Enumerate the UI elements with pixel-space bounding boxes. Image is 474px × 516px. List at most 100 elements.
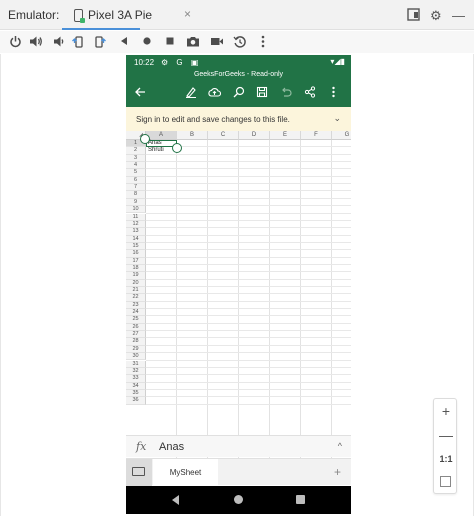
grid-row-line (146, 249, 351, 251)
row-header-12[interactable]: 12 (126, 220, 146, 229)
row-header-32[interactable]: 32 (126, 367, 146, 376)
column-header-f[interactable]: F (301, 131, 332, 140)
selection-handle-start[interactable] (140, 134, 150, 144)
grid-row-line (146, 153, 351, 155)
row-header-28[interactable]: 28 (126, 338, 146, 346)
chevron-down-icon[interactable]: ⌄ (333, 113, 341, 124)
cell-a2[interactable]: Shruti (148, 147, 164, 154)
window-mode-icon[interactable] (407, 8, 420, 24)
function-icon[interactable]: fx (136, 440, 146, 453)
row-header-24[interactable]: 24 (126, 309, 146, 317)
row-header-27[interactable]: 27 (126, 331, 146, 339)
row-header-14[interactable]: 14 (126, 235, 146, 243)
overview-icon[interactable] (163, 35, 177, 49)
sign-in-banner-text: Sign in to edit and save changes to this… (136, 115, 290, 124)
more-vert-icon[interactable] (331, 86, 336, 101)
row-header-20[interactable]: 20 (126, 279, 146, 287)
sheet-tab-mysheet[interactable]: MySheet (153, 459, 218, 486)
sheet-view-toggle[interactable] (126, 459, 152, 486)
emulator-toolbar (0, 31, 474, 53)
row-header-19[interactable]: 19 (126, 272, 146, 280)
more-icon[interactable] (256, 35, 270, 49)
row-header-35[interactable]: 35 (126, 389, 146, 398)
row-header-10[interactable]: 10 (126, 206, 146, 214)
row-header-23[interactable]: 23 (126, 301, 146, 310)
selection-handle-end[interactable] (172, 143, 182, 154)
snapshot-icon[interactable] (233, 35, 247, 49)
row-header-33[interactable]: 33 (126, 375, 146, 383)
row-header-25[interactable]: 25 (126, 316, 146, 324)
android-status-bar: 10:22 ⚙ G ▣ ▾◢▮ (126, 55, 351, 69)
row-header-15[interactable]: 15 (126, 242, 146, 251)
grid-row-line (146, 205, 351, 207)
row-header-17[interactable]: 17 (126, 257, 146, 265)
minimize-icon[interactable]: — (452, 8, 465, 23)
row-header-34[interactable]: 34 (126, 382, 146, 390)
close-tab-icon[interactable]: × (184, 7, 191, 21)
volume-up-icon[interactable] (29, 35, 43, 49)
formula-bar-value[interactable]: Anas (159, 441, 184, 453)
row-header-26[interactable]: 26 (126, 323, 146, 332)
row-header-31[interactable]: 31 (126, 360, 146, 368)
back-icon[interactable] (117, 35, 131, 49)
power-icon[interactable] (8, 35, 22, 49)
row-header-18[interactable]: 18 (126, 264, 146, 273)
row-header-5[interactable]: 5 (126, 169, 146, 177)
column-header-b[interactable]: B (177, 131, 208, 140)
screen-record-icon[interactable] (210, 35, 224, 49)
volume-down-icon[interactable] (51, 35, 65, 49)
row-header-22[interactable]: 22 (126, 294, 146, 302)
draw-icon[interactable] (185, 86, 197, 101)
column-header-c[interactable]: C (208, 131, 239, 140)
row-header-8[interactable]: 8 (126, 191, 146, 199)
zoom-out-button[interactable]: — (434, 423, 458, 447)
row-header-13[interactable]: 13 (126, 228, 146, 236)
row-header-21[interactable]: 21 (126, 287, 146, 295)
cloud-upload-icon[interactable] (208, 86, 222, 101)
row-header-30[interactable]: 30 (126, 353, 146, 361)
chevron-up-icon[interactable]: ^ (338, 441, 342, 451)
column-header-g[interactable]: G (332, 131, 351, 140)
android-nav-bar (126, 486, 351, 514)
row-header-2[interactable]: 2 (126, 147, 146, 155)
row-header-6[interactable]: 6 (126, 176, 146, 185)
grid-row-line (146, 374, 351, 376)
row-header-9[interactable]: 9 (126, 198, 146, 207)
undo-icon[interactable] (280, 86, 292, 101)
row-header-29[interactable]: 29 (126, 345, 146, 354)
add-sheet-icon[interactable]: + (334, 465, 341, 479)
row-header-4[interactable]: 4 (126, 162, 146, 170)
column-header-e[interactable]: E (270, 131, 301, 140)
spreadsheet-grid[interactable]: ◢ ABCDEFG1234567891011121314151617181920… (126, 131, 351, 483)
sign-in-banner[interactable]: Sign in to edit and save changes to this… (126, 107, 351, 131)
grid-row-line (146, 183, 351, 185)
device-tab[interactable]: Pixel 3A Pie × (62, 0, 191, 30)
row-header-3[interactable]: 3 (126, 154, 146, 163)
gear-icon[interactable]: ⚙ (430, 8, 442, 24)
share-icon[interactable] (304, 86, 316, 101)
rotate-left-icon[interactable] (71, 35, 85, 49)
nav-home-icon[interactable] (234, 495, 243, 504)
row-header-16[interactable]: 16 (126, 250, 146, 258)
zoom-fit-button[interactable] (434, 471, 458, 495)
save-icon[interactable] (256, 86, 268, 101)
back-arrow-icon[interactable] (134, 86, 146, 101)
screenshot-icon[interactable] (186, 35, 200, 49)
search-icon[interactable] (233, 86, 245, 101)
grid-row-line (146, 278, 351, 280)
rotate-right-icon[interactable] (93, 35, 107, 49)
grid-row-line (146, 227, 351, 229)
zoom-in-button[interactable]: + (434, 399, 458, 423)
column-header-d[interactable]: D (239, 131, 270, 140)
column-header-a[interactable]: A (146, 131, 177, 140)
row-header-36[interactable]: 36 (126, 397, 146, 405)
nav-recents-icon[interactable] (296, 495, 305, 504)
formula-bar[interactable]: fx Anas ^ (126, 435, 351, 457)
zoom-actual-size-button[interactable]: 1:1 (434, 447, 458, 471)
nav-back-icon[interactable] (172, 495, 179, 505)
row-header-11[interactable]: 11 (126, 213, 146, 221)
row-header-7[interactable]: 7 (126, 184, 146, 192)
excel-app-bar: GeeksForGeeks - Read-only (126, 69, 351, 107)
grid-row-line (146, 403, 351, 405)
home-icon[interactable] (140, 35, 154, 49)
